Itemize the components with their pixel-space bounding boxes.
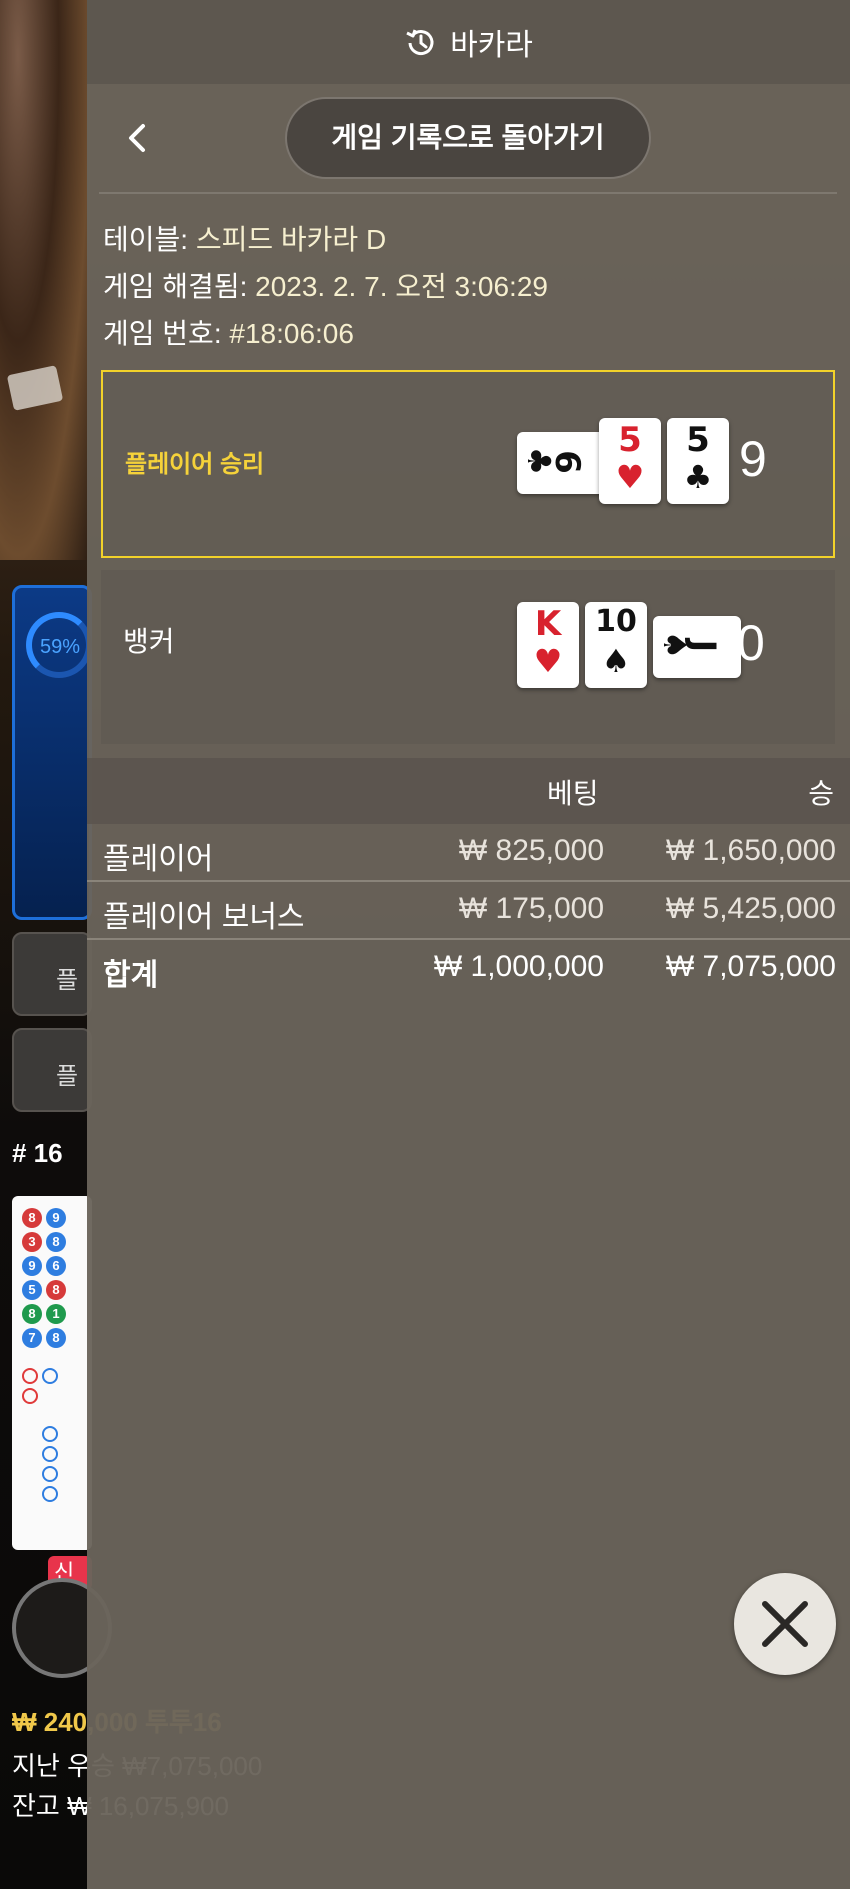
table-label: 테이블: [103, 224, 189, 255]
banker-result: 뱅커 K ♥ 10 ♠ J ♠ 0 [101, 570, 835, 744]
roadmap-bead: 3 [22, 1232, 42, 1252]
player-score: 9 [739, 431, 767, 487]
spade-icon: ♠ [656, 630, 694, 660]
roadmap-bead: 6 [46, 1256, 66, 1276]
heart-icon: ♥ [533, 642, 563, 680]
heart-icon: ♥ [615, 458, 645, 496]
roadmap-bead: 5 [22, 1280, 42, 1300]
bet-row: 플레이어 보너스 ₩ 175,000 ₩ 5,425,000 [87, 882, 850, 940]
table-value: 스피드 바카라 D [195, 224, 387, 255]
game-number-label: 게임 번호: [103, 318, 222, 349]
big-road-mark [42, 1446, 58, 1462]
big-road-mark [42, 1466, 58, 1482]
total-bet: ₩ 1,000,000 [433, 950, 604, 983]
game-number-info: 게임 번호: #18:06:06 [103, 312, 354, 352]
player-result-label: 플레이어 승리 [125, 451, 265, 478]
card-rank: K [534, 604, 562, 644]
roadmap-bead: 7 [22, 1328, 42, 1348]
club-icon: ♣ [683, 458, 713, 496]
player-card-1: 6 ♣ [517, 432, 605, 494]
roadmap-bead: 8 [46, 1328, 66, 1348]
back-to-history-button[interactable]: 게임 기록으로 돌아가기 [285, 97, 651, 179]
player-result: 플레이어 승리 6 ♣ 5 ♥ 5 ♣ 9 [101, 370, 835, 558]
card-rank: 5 [618, 420, 642, 460]
banker-card-2: 10 ♠ [585, 602, 647, 688]
history-clock-icon [404, 26, 438, 68]
banker-result-label: 뱅커 [123, 626, 175, 657]
roadmap-bead: 1 [46, 1304, 66, 1324]
bets-table-header: 베팅 승 [87, 758, 850, 824]
bet-name: 플레이어 보너스 [103, 901, 305, 934]
roadmap-bead: 8 [22, 1304, 42, 1324]
bet-column-header: 베팅 [547, 778, 599, 809]
resolved-value: 2023. 2. 7. 오전 3:06:29 [255, 271, 548, 302]
header-divider [99, 192, 837, 194]
total-label: 합계 [103, 959, 159, 992]
bead-roadmap[interactable]: 8 9 3 8 9 6 5 8 8 1 7 8 [12, 1196, 92, 1550]
win-amount: ₩ 5,425,000 [665, 892, 836, 925]
total-win: ₩ 7,075,000 [665, 950, 836, 983]
roadmap-bead: 9 [46, 1208, 66, 1228]
panel-title: 바카라 [87, 20, 850, 68]
game-number-value: #18:06:06 [229, 318, 354, 349]
chevron-left-icon [129, 124, 145, 152]
stat-percent: 59% [40, 636, 81, 658]
win-amount: ₩ 1,650,000 [665, 834, 836, 867]
dealer-video [0, 0, 90, 560]
roadmap-bead: 9 [22, 1256, 42, 1276]
bet-name: 플레이어 [103, 843, 214, 876]
side-bet-button-2[interactable]: 플 [12, 1028, 92, 1112]
resolved-label: 게임 해결됨: [103, 271, 248, 302]
table-info: 테이블: 스피드 바카라 D [103, 218, 386, 258]
total-row: 합계 ₩ 1,000,000 ₩ 7,075,000 [87, 940, 850, 998]
spade-icon: ♠ [601, 642, 631, 680]
round-label: # 16 [12, 1138, 63, 1168]
banker-card-1: K ♥ [517, 602, 579, 688]
side-bet-button-1[interactable]: 플 [12, 932, 92, 1016]
game-history-panel: 바카라 게임 기록으로 돌아가기 테이블: 스피드 바카라 D 게임 해결됨: … [87, 0, 850, 1889]
big-road-mark [22, 1368, 38, 1384]
banker-card-3: J ♠ [653, 616, 741, 678]
player-card-3: 5 ♣ [667, 418, 729, 504]
card-rank: 10 [595, 604, 637, 639]
big-road-mark [42, 1426, 58, 1442]
player-card-2: 5 ♥ [599, 418, 661, 504]
game-title: 바카라 [450, 29, 533, 62]
card-rank: 5 [686, 420, 710, 460]
resolved-info: 게임 해결됨: 2023. 2. 7. 오전 3:06:29 [103, 265, 548, 305]
win-column-header: 승 [808, 778, 834, 809]
panel-header: 바카라 [87, 0, 850, 84]
close-icon [762, 1601, 808, 1647]
big-road-mark [22, 1388, 38, 1404]
bet-row: 플레이어 ₩ 825,000 ₩ 1,650,000 [87, 824, 850, 882]
club-icon: ♣ [520, 446, 558, 476]
roadmap-bead: 8 [46, 1280, 66, 1300]
close-button[interactable] [734, 1573, 836, 1675]
big-road-mark [42, 1368, 58, 1384]
big-road-mark [42, 1486, 58, 1502]
bet-amount: ₩ 825,000 [458, 834, 604, 867]
bet-amount: ₩ 175,000 [458, 892, 604, 925]
roadmap-bead: 8 [22, 1208, 42, 1228]
banker-score: 0 [737, 615, 765, 671]
back-button[interactable] [117, 118, 157, 158]
roadmap-bead: 8 [46, 1232, 66, 1252]
